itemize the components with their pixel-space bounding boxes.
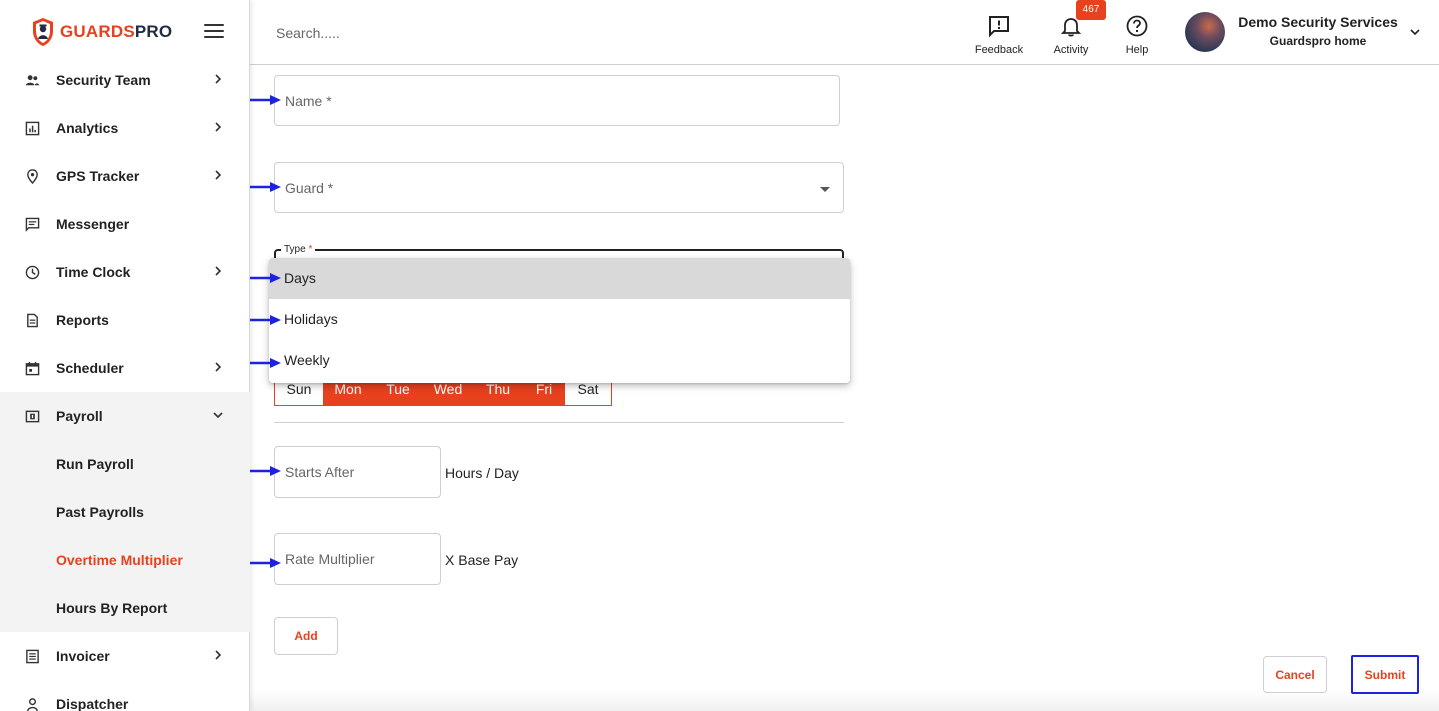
sidebar-item-analytics[interactable]: Analytics xyxy=(0,104,250,152)
chevron-right-icon xyxy=(215,266,222,276)
starts-after-input[interactable] xyxy=(275,447,440,497)
arrow-annotation-icon xyxy=(250,466,281,476)
sidebar-nav: Security Team Analytics GPS Tracker Mess… xyxy=(0,56,250,711)
payroll-submenu: Run Payroll Past Payrolls Overtime Multi… xyxy=(0,440,250,632)
activity-count-badge: 467 xyxy=(1076,0,1106,20)
help-icon xyxy=(1126,15,1148,37)
sidebar-item-label: Invoicer xyxy=(56,648,110,664)
arrow-annotation-icon xyxy=(250,95,281,105)
rate-multiplier-unit: X Base Pay xyxy=(445,552,519,568)
arrow-annotation-icon xyxy=(250,182,281,192)
organization-info[interactable]: Demo Security Services Guardspro home xyxy=(1230,14,1406,48)
type-required-mark: * xyxy=(308,244,313,255)
sidebar-subitem-overtime-multiplier[interactable]: Overtime Multiplier xyxy=(0,536,250,584)
sidebar-subitem-hours-by-report[interactable]: Hours By Report xyxy=(0,584,250,632)
brand-wordmark: GUARDSPRO xyxy=(60,22,172,42)
feedback-icon xyxy=(989,16,1009,38)
analytics-icon xyxy=(24,120,40,136)
feedback-label: Feedback xyxy=(974,44,1024,56)
sidebar-item-label: Messenger xyxy=(56,216,130,232)
sidebar-item-payroll[interactable]: Payroll xyxy=(0,392,250,440)
sidebar-item-security-team[interactable]: Security Team xyxy=(0,56,250,104)
type-option-holidays[interactable]: Holidays xyxy=(269,299,850,340)
arrow-annotation-icon xyxy=(250,358,281,368)
add-button[interactable]: Add xyxy=(274,617,338,655)
activity-button[interactable]: 467 Activity xyxy=(1041,0,1106,60)
sidebar-item-label: Time Clock xyxy=(56,264,131,280)
type-select-label: Type * xyxy=(281,244,316,255)
starts-after-unit: Hours / Day xyxy=(445,465,519,481)
calendar-icon xyxy=(24,360,40,376)
overtime-form: Guard * Type * Sun Mon Tue Wed Thu Fri S… xyxy=(250,66,1439,711)
sidebar-item-reports[interactable]: Reports xyxy=(0,296,250,344)
brand-part1: GUARDS xyxy=(60,22,135,41)
invoice-icon xyxy=(24,648,40,664)
guard-shield-logo-icon xyxy=(33,18,53,46)
sidebar-item-label: Scheduler xyxy=(56,360,124,376)
brand-logo[interactable]: GUARDSPRO xyxy=(32,16,172,48)
sidebar-item-gps-tracker[interactable]: GPS Tracker xyxy=(0,152,250,200)
activity-label: Activity xyxy=(1053,44,1089,56)
brand-part2: PRO xyxy=(134,22,173,41)
sidebar-item-messenger[interactable]: Messenger xyxy=(0,200,250,248)
chevron-down-icon xyxy=(213,412,223,419)
message-icon xyxy=(24,216,40,232)
starts-after-field[interactable] xyxy=(274,446,441,498)
chevron-right-icon xyxy=(215,650,222,660)
organization-name: Demo Security Services xyxy=(1238,14,1398,30)
dispatcher-icon xyxy=(24,696,40,711)
organization-subtitle: Guardspro home xyxy=(1269,34,1367,48)
chevron-right-icon xyxy=(215,74,222,84)
sidebar-item-label: Payroll xyxy=(56,408,103,424)
cancel-button[interactable]: Cancel xyxy=(1263,656,1327,693)
type-label-text: Type xyxy=(284,244,306,255)
rate-multiplier-input[interactable] xyxy=(275,534,440,584)
chevron-right-icon xyxy=(215,170,222,180)
top-header: Feedback 467 Activity Help Demo Security… xyxy=(250,0,1439,65)
sidebar-subitem-run-payroll[interactable]: Run Payroll xyxy=(0,440,250,488)
payroll-icon xyxy=(24,408,40,424)
type-option-days[interactable]: Days xyxy=(269,258,850,299)
dropdown-arrow-icon xyxy=(820,187,830,192)
guard-select[interactable]: Guard * xyxy=(274,162,844,213)
chevron-right-icon xyxy=(215,362,222,372)
type-option-weekly[interactable]: Weekly xyxy=(269,340,850,381)
document-icon xyxy=(24,312,40,328)
arrow-annotation-icon xyxy=(250,558,281,568)
guard-select-placeholder: Guard * xyxy=(285,180,334,196)
type-dropdown-menu: Days Holidays Weekly xyxy=(269,258,850,383)
name-input[interactable] xyxy=(275,76,839,125)
help-label: Help xyxy=(1125,44,1149,56)
sidebar-item-label: Dispatcher xyxy=(56,696,129,711)
sidebar-item-time-clock[interactable]: Time Clock xyxy=(0,248,250,296)
sidebar-item-label: GPS Tracker xyxy=(56,168,140,184)
rate-multiplier-field[interactable] xyxy=(274,533,441,585)
sidebar-subitem-past-payrolls[interactable]: Past Payrolls xyxy=(0,488,250,536)
sidebar-item-label: Security Team xyxy=(56,72,151,88)
app: GUARDSPRO Security Team Analytics GPS Tr… xyxy=(0,0,1439,711)
arrow-annotation-icon xyxy=(250,315,281,325)
clock-icon xyxy=(24,264,40,280)
sidebar: GUARDSPRO Security Team Analytics GPS Tr… xyxy=(0,0,250,711)
feedback-button[interactable]: Feedback xyxy=(969,14,1029,60)
submit-button[interactable]: Submit xyxy=(1351,655,1419,694)
team-icon xyxy=(24,72,40,88)
section-divider xyxy=(274,422,844,423)
hamburger-menu-icon[interactable] xyxy=(204,24,224,40)
search-input[interactable] xyxy=(276,22,576,44)
chevron-right-icon xyxy=(215,122,222,132)
sidebar-item-label: Analytics xyxy=(56,120,119,136)
sidebar-item-label: Reports xyxy=(56,312,109,328)
sidebar-item-invoicer[interactable]: Invoicer xyxy=(0,632,250,680)
bottom-shadow xyxy=(250,690,1439,711)
avatar[interactable] xyxy=(1185,12,1225,52)
chevron-down-icon[interactable] xyxy=(1409,26,1421,38)
location-pin-icon xyxy=(24,168,40,184)
name-field[interactable] xyxy=(274,75,840,126)
sidebar-item-dispatcher[interactable]: Dispatcher xyxy=(0,680,250,711)
help-button[interactable]: Help xyxy=(1107,14,1167,60)
arrow-annotation-icon xyxy=(250,273,281,283)
sidebar-item-scheduler[interactable]: Scheduler xyxy=(0,344,250,392)
